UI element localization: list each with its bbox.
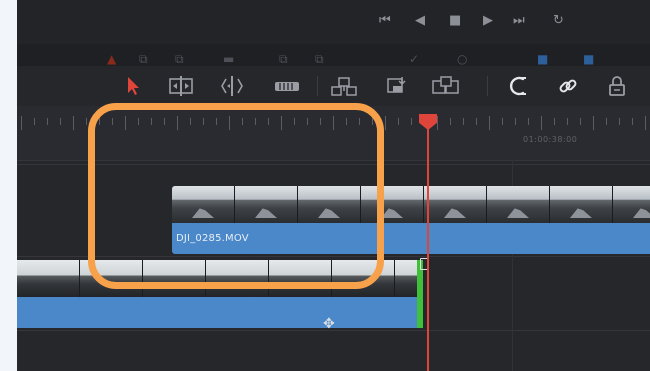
position-lock-icon[interactable] [607,75,627,97]
ruler-tick [502,118,503,125]
thumbnail [613,186,650,223]
ruler-tick [606,118,607,125]
ruler-tick [528,118,529,125]
insert-clip-icon[interactable] [330,75,358,97]
linked-selection-icon[interactable] [557,75,579,97]
stop-icon[interactable]: ■ [449,13,461,29]
loop-icon[interactable]: ↻ [553,13,564,29]
ruler-tick [554,118,555,125]
toolbar-divider-2 [487,76,488,96]
skip-to-end-icon[interactable]: ⏭ [513,13,525,29]
snapping-icon[interactable] [507,75,529,97]
ruler-tick [476,118,477,125]
toolbar-shadow-row: ▲ ⧉ ⧉ ▬ ⧉ ⧉ ✓ ○ ■ ■ [17,44,650,66]
ghost-track-icon: ■ [537,52,549,66]
ruler-tick [463,118,464,125]
ruler-tick [21,116,22,130]
toolbar-divider [317,76,318,96]
ghost-blade-icon: ▬ [223,52,235,66]
thumbnail [424,186,487,223]
ruler-tick [567,118,568,125]
ruler-tick [632,118,633,125]
ruler-tick [541,116,542,130]
selection-arrow-icon[interactable] [125,75,141,97]
ruler-tick [645,116,646,130]
ghost-arrow-icon: ▲ [107,52,117,66]
ruler-tick [489,116,490,130]
ghost-snap-icon: ✓ [409,52,420,66]
trim-edge-indicator[interactable] [417,260,423,328]
ruler-tick [515,118,516,125]
ruler-tick [47,118,48,125]
ruler-tick [593,116,594,130]
thumbnail [17,260,80,297]
ghost-track-icon-2: ■ [583,52,595,66]
ruler-tick [73,116,74,130]
step-back-icon[interactable]: ◀ [415,13,425,29]
ghost-dynamic-trim-icon: ⧉ [175,52,184,66]
trim-edit-icon[interactable] [167,75,195,97]
ruler-timecode: 01:00:38:00 [523,135,578,144]
ghost-overwrite-icon: ⧉ [315,52,324,66]
screenshot-stage: ⏮ ◀ ■ ▶ ⏭ ↻ ▲ ⧉ ⧉ ▬ ⧉ ⧉ ✓ ○ ■ ■ 01:00:38… [0,0,650,371]
highlight-annotation [88,103,384,289]
transport-bar: ⏮ ◀ ■ ▶ ⏭ ↻ [17,0,650,44]
ruler-tick [580,118,581,125]
ghost-trim-icon: ⧉ [139,52,148,66]
ruler-tick [34,118,35,125]
ruler-tick [385,116,386,130]
ghost-link-icon: ○ [457,52,468,66]
thumbnail [550,186,613,223]
edit-toolbar [17,66,650,106]
ruler-tick [398,118,399,125]
ruler-tick [437,116,438,130]
dynamic-trim-icon[interactable] [219,75,245,97]
ruler-tick [86,118,87,125]
play-icon[interactable]: ▶ [483,13,493,29]
ruler-tick [450,118,451,125]
ruler-tick [60,118,61,125]
ghost-insert-icon: ⧉ [279,52,288,66]
blade-icon[interactable] [273,75,301,97]
playhead-line[interactable] [427,118,429,371]
overwrite-clip-icon[interactable] [385,75,411,97]
skip-to-start-icon[interactable]: ⏮ [379,13,391,29]
ruler-tick [619,118,620,125]
move-cursor-icon: ✥ [323,316,335,332]
ruler-tick [411,118,412,125]
replace-clip-icon[interactable] [431,75,461,97]
thumbnail [487,186,550,223]
